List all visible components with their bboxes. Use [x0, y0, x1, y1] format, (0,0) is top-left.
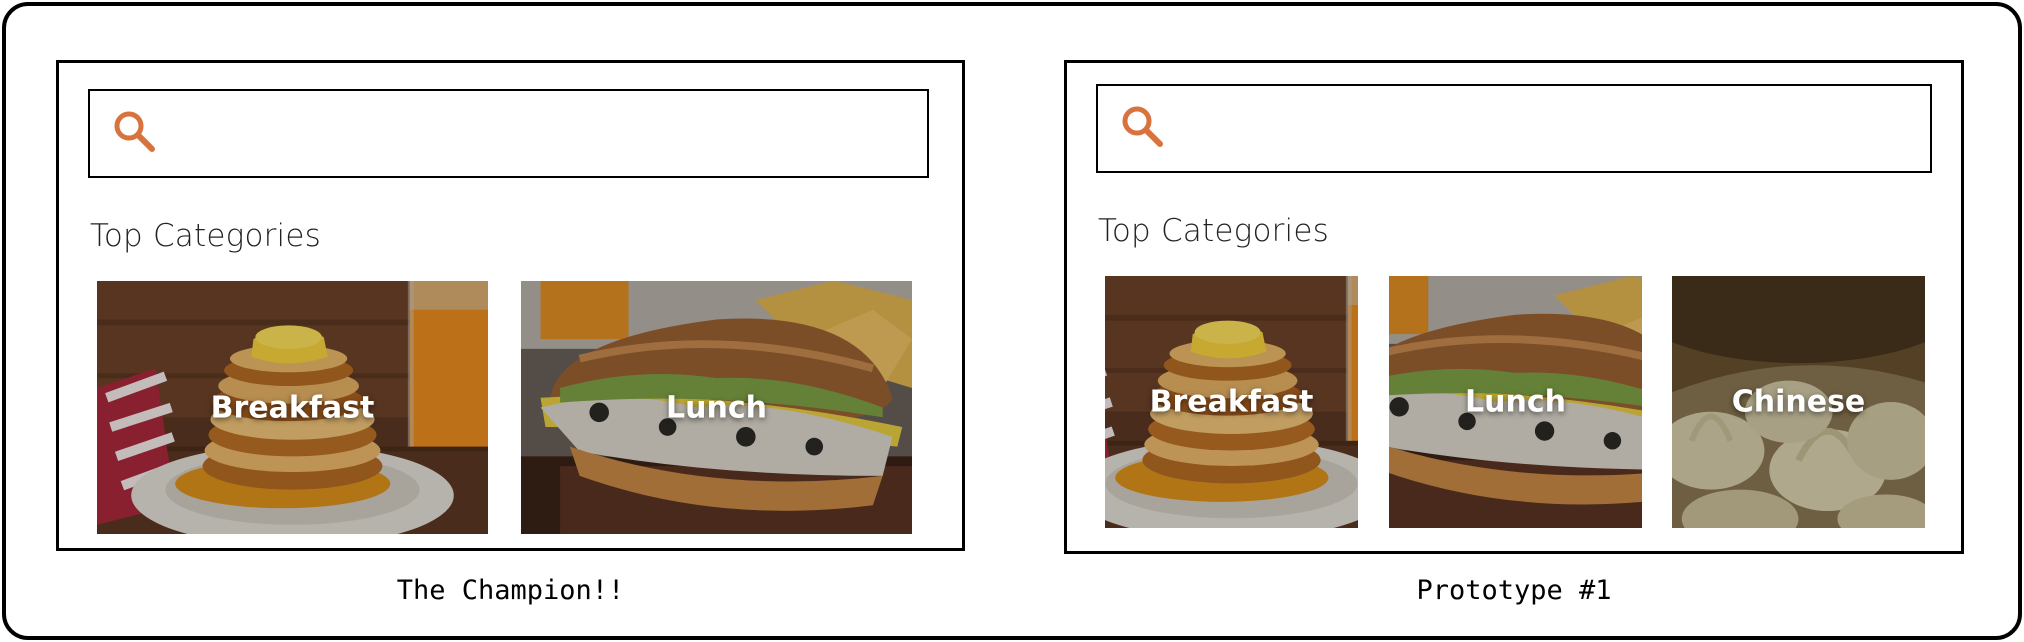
category-label: Breakfast	[1149, 384, 1314, 420]
category-card-chinese[interactable]: Chinese	[1672, 276, 1925, 528]
search-input[interactable]	[1096, 84, 1932, 173]
prototype-the-champion: Top Categories Breakfast Lunch	[56, 60, 965, 551]
category-label: Breakfast	[210, 390, 375, 425]
prototype-1: Top Categories Breakfast Lunch Chinese	[1064, 60, 1964, 554]
category-card-lunch[interactable]: Lunch	[521, 281, 912, 534]
category-card-breakfast[interactable]: Breakfast	[97, 281, 488, 534]
section-title-top-categories: Top Categories	[90, 218, 321, 254]
category-label: Chinese	[1731, 384, 1866, 420]
prototype-caption: Prototype #1	[1416, 575, 1612, 606]
search-input[interactable]	[88, 89, 929, 178]
prototype-caption: The Champion!!	[396, 575, 625, 606]
section-title-top-categories: Top Categories	[1098, 213, 1329, 249]
category-card-lunch[interactable]: Lunch	[1389, 276, 1642, 528]
category-label: Lunch	[1465, 384, 1566, 420]
category-card-breakfast[interactable]: Breakfast	[1105, 276, 1358, 528]
search-icon[interactable]	[110, 107, 158, 155]
category-label: Lunch	[666, 390, 767, 425]
search-icon[interactable]	[1118, 102, 1166, 150]
